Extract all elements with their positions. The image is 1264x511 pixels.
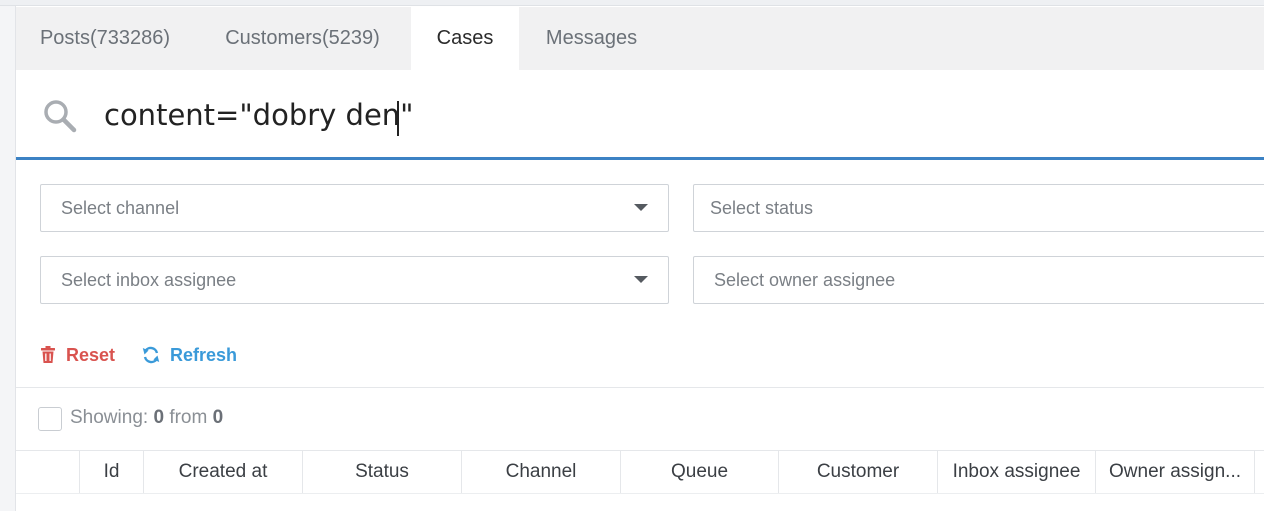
tab-posts-label: Posts bbox=[39, 27, 90, 49]
column-header-label: Id bbox=[103, 461, 120, 482]
column-header-customer[interactable]: Customer bbox=[778, 451, 937, 493]
column-header-owner-assignee[interactable]: Owner assign... bbox=[1095, 451, 1255, 493]
owner-assignee-select-placeholder: Select owner assignee bbox=[714, 269, 896, 290]
owner-assignee-select[interactable]: Select owner assignee bbox=[693, 256, 1264, 304]
tab-posts-count: (733286) bbox=[89, 27, 171, 49]
table-header: Id Created at Status Channel Queue Custo… bbox=[16, 451, 1264, 493]
search-icon[interactable] bbox=[42, 98, 78, 134]
tab-customers-label: Customers bbox=[225, 27, 322, 49]
column-header-label: Inbox assignee bbox=[952, 461, 1081, 482]
column-header-label: Created at bbox=[178, 461, 268, 482]
showing-total: 0 bbox=[212, 407, 224, 428]
tab-posts[interactable]: Posts (733286) bbox=[16, 7, 194, 70]
select-all-checkbox[interactable] bbox=[38, 407, 62, 431]
trash-icon bbox=[41, 346, 55, 363]
showing-label: Showing: bbox=[70, 407, 149, 428]
reset-button[interactable]: Reset bbox=[40, 340, 115, 370]
column-header-status[interactable]: Status bbox=[302, 451, 461, 493]
channel-select-placeholder: Select channel bbox=[61, 197, 180, 218]
showing-from-label: from bbox=[169, 407, 208, 428]
search-bar bbox=[16, 70, 1264, 160]
column-header-label: Customer bbox=[816, 461, 900, 482]
status-select-placeholder: Select status bbox=[710, 197, 814, 218]
column-header-label: Channel bbox=[505, 461, 577, 482]
column-header-channel[interactable]: Channel bbox=[461, 451, 620, 493]
chevron-down-icon bbox=[634, 204, 648, 211]
column-header-label: Queue bbox=[670, 461, 729, 482]
tab-cases[interactable]: Cases bbox=[411, 7, 519, 70]
top-border bbox=[0, 0, 1264, 6]
column-header-id[interactable]: Id bbox=[79, 451, 143, 493]
tab-messages-label: Messages bbox=[545, 27, 638, 49]
tab-messages[interactable]: Messages bbox=[519, 7, 664, 70]
column-header-label: Status bbox=[355, 461, 409, 482]
refresh-label: Refresh bbox=[170, 344, 238, 365]
column-header-created-at[interactable]: Created at bbox=[143, 451, 302, 493]
column-header-inbox-assignee[interactable]: Inbox assignee bbox=[937, 451, 1095, 493]
search-input[interactable] bbox=[104, 92, 1204, 138]
column-header-queue[interactable]: Queue bbox=[620, 451, 778, 493]
reset-label: Reset bbox=[66, 344, 116, 365]
status-select[interactable]: Select status bbox=[693, 184, 1264, 232]
left-rail bbox=[0, 6, 16, 511]
table-header-border bbox=[16, 493, 1264, 494]
showing-count: 0 bbox=[153, 407, 165, 428]
refresh-button[interactable]: Refresh bbox=[142, 340, 237, 370]
tab-customers-count: (5239) bbox=[321, 27, 380, 49]
showing-row: Showing: 0 from 0 bbox=[16, 388, 1264, 450]
chevron-down-icon bbox=[634, 276, 648, 283]
inbox-assignee-select-placeholder: Select inbox assignee bbox=[61, 269, 237, 290]
tab-bar: Posts (733286) Customers (5239) Cases Mess… bbox=[16, 7, 1264, 70]
tab-customers[interactable]: Customers (5239) bbox=[194, 7, 411, 70]
showing-summary: Showing: 0 from 0 bbox=[70, 407, 223, 429]
refresh-icon bbox=[142, 346, 160, 364]
column-header-label: Owner assign... bbox=[1109, 461, 1241, 482]
text-caret bbox=[397, 101, 399, 136]
inbox-assignee-select[interactable]: Select inbox assignee bbox=[40, 256, 669, 304]
channel-select[interactable]: Select channel bbox=[40, 184, 669, 232]
tab-cases-label: Cases bbox=[436, 27, 494, 49]
